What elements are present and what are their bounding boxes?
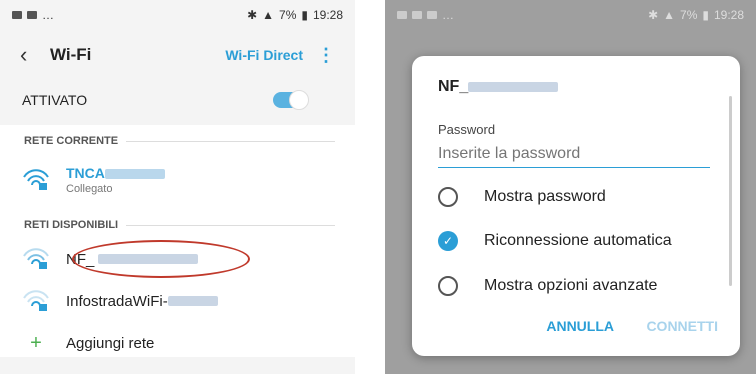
password-label: Password (438, 122, 496, 137)
wifi-toggle-row[interactable]: ATTIVATO (0, 80, 355, 120)
bluetooth-icon: ✱ (247, 8, 258, 22)
current-network-name: TNCA (66, 165, 105, 181)
redacted-text (468, 81, 559, 92)
message-icon (12, 11, 22, 19)
auto-reconnect-option[interactable]: ✓ Riconnessione automatica (438, 231, 720, 251)
status-bar: … ✱ ▲ 7% ▮ 19:28 (385, 0, 756, 30)
wifi-lock-icon (23, 169, 49, 190)
wifi-toggle-switch[interactable] (273, 90, 309, 110)
status-overflow: … (442, 8, 454, 22)
current-network-header: RETE CORRENTE (24, 135, 335, 147)
more-options-icon[interactable]: ⋮ (317, 45, 335, 66)
plus-icon: + (30, 332, 42, 354)
password-dialog: NF_ Password Mostra password ✓ Riconness… (412, 56, 740, 356)
signal-icon: ▲ (262, 8, 275, 22)
advanced-options-option[interactable]: Mostra opzioni avanzate (438, 276, 720, 296)
show-password-checkbox[interactable] (438, 187, 458, 207)
show-password-option[interactable]: Mostra password (438, 187, 720, 207)
message-icon (412, 11, 422, 19)
add-network-row[interactable]: + Aggiungi rete (0, 325, 355, 361)
battery-percent: 7% (680, 8, 698, 22)
add-network-label: Aggiungi rete (66, 334, 155, 352)
status-bar: … ✱ ▲ 7% ▮ 19:28 (0, 0, 355, 30)
available-networks-header: RETI DISPONIBILI (24, 219, 335, 231)
redacted-text (104, 169, 165, 180)
cancel-button[interactable]: ANNULLA (546, 318, 614, 334)
status-time: 19:28 (713, 8, 744, 22)
signal-icon: ▲ (663, 8, 676, 22)
option-label: Mostra opzioni avanzate (484, 277, 658, 294)
bluetooth-icon: ✱ (648, 8, 659, 22)
dialog-title: NF_ (438, 78, 559, 96)
status-overflow: … (42, 8, 54, 22)
option-label: Riconnessione automatica (484, 232, 672, 249)
wifi-direct-button[interactable]: Wi-Fi Direct (225, 47, 303, 63)
connect-button[interactable]: CONNETTI (646, 318, 718, 334)
scrollbar[interactable] (729, 96, 732, 286)
gallery-icon (397, 11, 407, 19)
back-arrow-icon[interactable]: ‹ (20, 42, 50, 68)
battery-icon: ▮ (702, 8, 709, 22)
current-network-row[interactable]: TNCA Collegato (0, 158, 355, 202)
highlight-ellipse (72, 240, 250, 278)
option-label: Mostra password (484, 188, 606, 205)
available-section-label: RETI DISPONIBILI (24, 219, 119, 231)
wifi-lock-icon (23, 290, 49, 311)
gallery-icon (27, 11, 37, 19)
battery-icon: ▮ (301, 8, 308, 22)
redacted-text (167, 296, 218, 306)
current-section-label: RETE CORRENTE (24, 135, 119, 147)
advanced-options-checkbox[interactable] (438, 276, 458, 296)
network-row-infostrada[interactable]: InfostradaWiFi- (0, 283, 355, 319)
status-time: 19:28 (312, 8, 343, 22)
notification-icon (427, 11, 437, 19)
battery-percent: 7% (279, 8, 297, 22)
app-bar: ‹ Wi-Fi Wi-Fi Direct ⋮ (0, 30, 355, 80)
password-input[interactable] (438, 140, 710, 168)
current-network-status: Collegato (66, 183, 113, 195)
network-name: InfostradaWiFi- (66, 292, 168, 310)
wifi-lock-icon (23, 248, 49, 269)
toggle-label: ATTIVATO (22, 92, 88, 108)
network-ssid: NF_ (438, 78, 469, 95)
auto-reconnect-checkbox[interactable]: ✓ (438, 231, 458, 251)
wifi-settings-screen: … ✱ ▲ 7% ▮ 19:28 ‹ Wi-Fi Wi-Fi Direct ⋮ … (0, 0, 355, 374)
wifi-password-dialog-screen: … ✱ ▲ 7% ▮ 19:28 NF_ Password Mostra pas… (385, 0, 756, 374)
page-title: Wi-Fi (50, 45, 92, 64)
